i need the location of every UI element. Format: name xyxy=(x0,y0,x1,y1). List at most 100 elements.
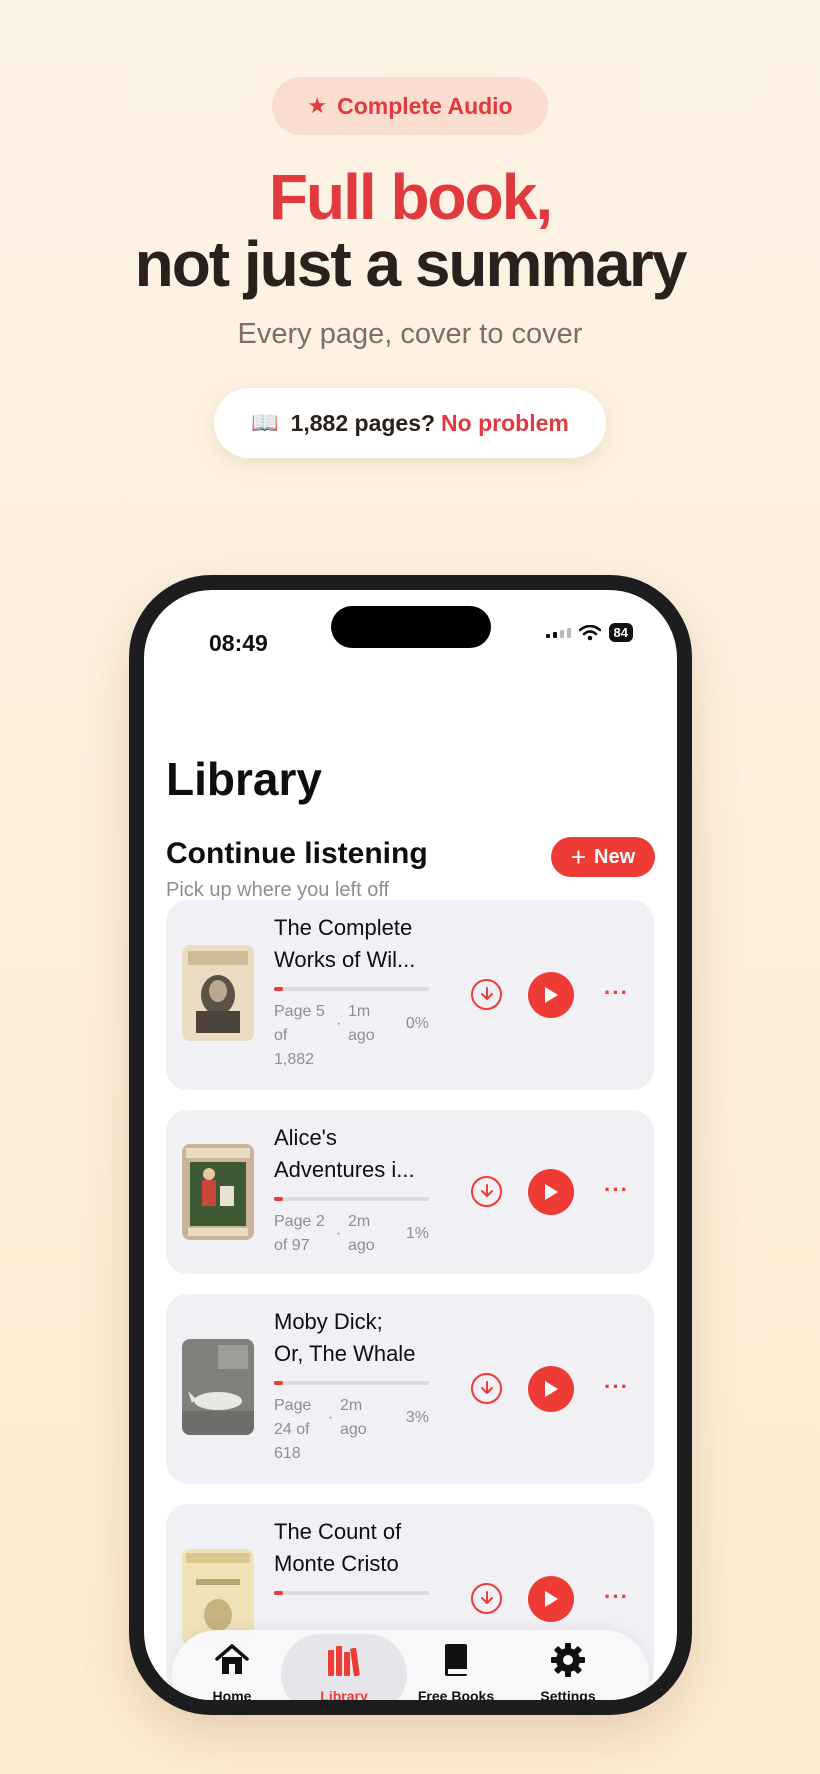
home-icon xyxy=(215,1644,249,1674)
pages-pill: 📖 1,882 pages? No problem xyxy=(214,388,606,458)
book-title-line1: Alice's xyxy=(274,1125,337,1150)
book-icon xyxy=(445,1644,467,1676)
headline-line2: not just a summary xyxy=(134,228,688,300)
book-meta: Page 2 of 97 · 2m ago 1% xyxy=(274,1210,429,1258)
status-indicators: 84 xyxy=(545,623,633,642)
percent-label: 3% xyxy=(405,1409,429,1426)
open-book-icon: 📖 xyxy=(251,410,279,435)
download-button[interactable] xyxy=(471,979,502,1010)
book-title-line2: Or, The Whale xyxy=(274,1341,416,1366)
tab-library[interactable]: Library xyxy=(281,1630,407,1700)
progress-fill xyxy=(274,1381,284,1385)
book-title-line1: Moby Dick; xyxy=(274,1309,383,1334)
progress-bar xyxy=(274,1197,429,1201)
book-meta: Page 5 of 1,882 · 1m ago 0% xyxy=(274,1000,429,1072)
book-card[interactable]: Moby Dick; Or, The Whale Page 24 of 618 … xyxy=(166,1294,654,1484)
download-icon xyxy=(480,1380,493,1394)
book-title-line1: The Complete xyxy=(274,915,413,940)
ago-line2: ago xyxy=(348,1027,375,1044)
play-button[interactable] xyxy=(528,1576,574,1622)
tab-library-label: Library xyxy=(320,1688,368,1700)
play-button[interactable] xyxy=(528,1366,574,1412)
tab-settings[interactable]: Settings xyxy=(512,1630,624,1700)
progress-fill xyxy=(274,987,284,991)
download-button[interactable] xyxy=(471,1373,502,1404)
section-title: Continue listening xyxy=(166,837,428,870)
more-options-button[interactable]: ··· xyxy=(604,1177,629,1203)
percent-label: 0% xyxy=(405,1015,429,1032)
tab-home-label: Home xyxy=(212,1688,252,1700)
download-icon xyxy=(480,1590,493,1604)
progress-bar xyxy=(274,987,429,991)
section-subtitle: Pick up where you left off xyxy=(166,879,390,901)
signal-icon xyxy=(545,627,571,638)
book-cover-moby-dick xyxy=(182,1339,254,1435)
phone-frame: 08:49 84 Library Continue listening Pick… xyxy=(129,575,692,1715)
download-button[interactable] xyxy=(471,1583,502,1614)
page-title: Library xyxy=(166,753,322,805)
tab-settings-label: Settings xyxy=(540,1688,596,1700)
separator-dot: · xyxy=(336,1015,342,1032)
pages-line2: of 97 xyxy=(274,1237,310,1254)
separator-dot: · xyxy=(336,1225,342,1242)
more-options-button[interactable]: ··· xyxy=(604,1584,629,1610)
tab-home[interactable]: Home xyxy=(176,1630,288,1700)
ago-line1: 2m xyxy=(340,1397,363,1414)
book-title-line1: The Count of xyxy=(274,1519,402,1544)
wifi-icon xyxy=(578,624,601,640)
badge-label: Complete Audio xyxy=(337,92,513,119)
pages-line1: Page 5 xyxy=(274,1003,325,1020)
percent-label: 1% xyxy=(405,1225,429,1242)
phone-screen: 08:49 84 Library Continue listening Pick… xyxy=(144,590,677,1700)
tab-free-books[interactable]: Free Books xyxy=(400,1630,512,1700)
ago-line1: 2m xyxy=(348,1213,371,1230)
ago-line2: ago xyxy=(348,1237,375,1254)
pages-line2: of xyxy=(274,1027,288,1044)
ago-line2: ago xyxy=(340,1421,367,1438)
play-icon xyxy=(545,1184,558,1200)
book-cover-alice xyxy=(182,1144,254,1240)
book-cover-shakespeare xyxy=(182,945,254,1041)
book-card[interactable]: The Complete Works of Wil... Page 5 of 1… xyxy=(166,900,654,1090)
separator-dot: · xyxy=(328,1409,334,1426)
download-button[interactable] xyxy=(471,1176,502,1207)
download-icon xyxy=(480,1183,493,1197)
gear-icon xyxy=(551,1643,585,1677)
plus-icon: + xyxy=(570,842,587,872)
play-icon xyxy=(545,1591,558,1607)
more-options-button[interactable]: ··· xyxy=(604,1374,629,1400)
book-card[interactable]: Alice's Adventures i... Page 2 of 97 · 2… xyxy=(166,1110,654,1274)
progress-fill xyxy=(274,1591,284,1595)
play-icon xyxy=(545,1381,558,1397)
play-button[interactable] xyxy=(528,972,574,1018)
pill-text: 1,882 pages? xyxy=(290,409,436,436)
tab-free-books-label: Free Books xyxy=(417,1688,495,1700)
pages-line2: 24 of xyxy=(274,1421,310,1438)
subheadline: Every page, cover to cover xyxy=(237,318,583,350)
progress-bar xyxy=(274,1591,429,1595)
book-title-line2: Adventures i... xyxy=(274,1157,415,1182)
book-title-line2: Works of Wil... xyxy=(274,947,416,972)
pages-line3: 618 xyxy=(274,1445,301,1462)
tab-bar: Home Library Free Books Settings xyxy=(172,1630,649,1700)
pages-line1: Page 2 xyxy=(274,1213,325,1230)
pill-highlight: No problem xyxy=(441,409,569,436)
play-button[interactable] xyxy=(528,1169,574,1215)
status-time: 08:49 xyxy=(209,630,268,656)
ago-line1: 1m xyxy=(348,1003,371,1020)
complete-audio-badge: ★ Complete Audio xyxy=(272,77,548,135)
battery-indicator: 84 xyxy=(608,623,633,642)
progress-bar xyxy=(274,1381,429,1385)
play-icon xyxy=(545,987,558,1003)
pages-line1: Page xyxy=(274,1397,312,1414)
new-button-label: New xyxy=(594,845,636,868)
library-icon xyxy=(328,1646,360,1677)
headline-line1: Full book, xyxy=(268,161,553,233)
pages-line3: 1,882 xyxy=(274,1051,315,1068)
more-options-button[interactable]: ··· xyxy=(604,980,629,1006)
new-button[interactable]: + New xyxy=(551,837,655,877)
star-icon: ★ xyxy=(307,93,328,118)
download-icon xyxy=(480,986,493,1000)
book-meta: Page 24 of 618 · 2m ago 3% xyxy=(274,1394,429,1466)
dynamic-island xyxy=(331,606,491,648)
